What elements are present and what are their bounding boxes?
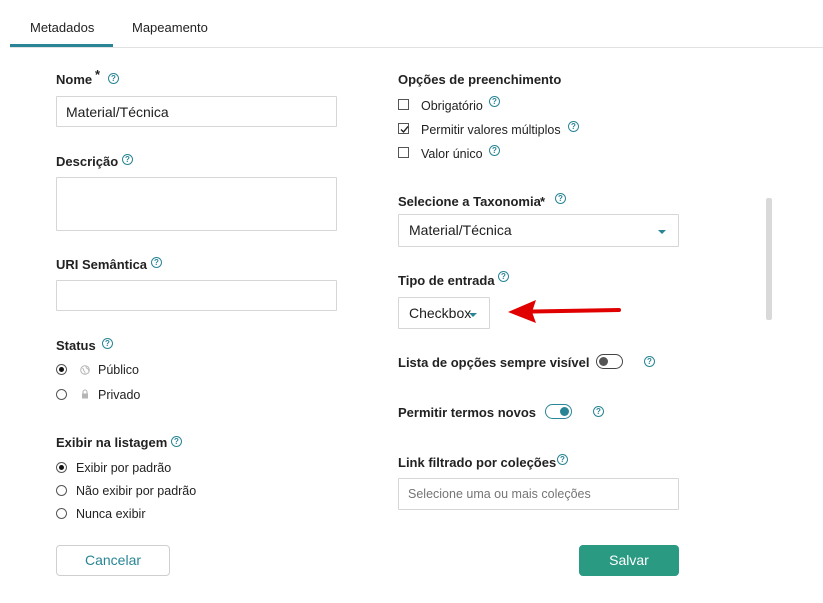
listing-hidden-label: Não exibir por padrão — [76, 484, 197, 498]
help-icon[interactable]: ? — [171, 436, 182, 447]
multiple-values-checkbox[interactable] — [398, 123, 409, 134]
name-input[interactable] — [56, 96, 337, 127]
help-icon[interactable]: ? — [151, 257, 162, 268]
checkmark-icon — [400, 126, 409, 134]
filtered-link-label: Link filtrado por coleções — [398, 455, 557, 470]
cancel-button[interactable]: Cancelar — [56, 545, 170, 576]
caret-down-icon — [469, 313, 477, 317]
always-visible-toggle[interactable] — [596, 354, 623, 369]
help-icon[interactable]: ? — [489, 96, 500, 107]
name-required-mark: * — [95, 67, 101, 82]
collections-input[interactable] — [398, 478, 679, 510]
description-label: Descrição — [56, 154, 119, 169]
status-public-label: Público — [98, 363, 139, 377]
description-textarea[interactable] — [56, 177, 337, 231]
tab-bar: Metadados Mapeamento — [10, 0, 823, 48]
status-public-radio[interactable] — [56, 364, 67, 375]
help-icon[interactable]: ? — [122, 154, 133, 165]
listing-default-radio[interactable] — [56, 462, 67, 473]
status-label: Status — [56, 338, 96, 353]
caret-down-icon — [658, 230, 666, 234]
name-label: Nome — [56, 72, 93, 87]
help-icon[interactable]: ? — [108, 73, 119, 84]
required-label: Obrigatório — [421, 99, 483, 113]
multiple-values-label: Permitir valores múltiplos — [421, 123, 561, 137]
uri-label: URI Semântica — [56, 257, 148, 272]
help-icon[interactable]: ? — [644, 356, 655, 367]
fill-options-label: Opções de preenchimento — [398, 72, 562, 87]
active-tab-indicator — [10, 44, 113, 47]
unique-value-label: Valor único — [421, 147, 483, 161]
save-button[interactable]: Salvar — [579, 545, 679, 576]
taxonomy-label: Selecione a Taxonomia — [398, 194, 541, 209]
listing-label: Exibir na listagem — [56, 435, 168, 450]
help-icon[interactable]: ? — [593, 406, 604, 417]
taxonomy-required-mark: * — [540, 194, 546, 209]
red-arrow-icon — [508, 300, 621, 323]
uri-input[interactable] — [56, 280, 337, 311]
required-checkbox[interactable] — [398, 99, 409, 110]
scrollbar[interactable] — [766, 198, 772, 320]
help-icon[interactable]: ? — [555, 193, 566, 204]
help-icon[interactable]: ? — [568, 121, 579, 132]
listing-hidden-radio[interactable] — [56, 485, 67, 496]
taxonomy-select[interactable]: Material/Técnica — [398, 214, 679, 247]
status-private-label: Privado — [98, 388, 141, 402]
status-private-radio[interactable] — [56, 389, 67, 400]
allow-new-terms-label: Permitir termos novos — [398, 405, 536, 420]
entry-type-select-value: Checkbox — [409, 305, 472, 321]
tab-mapping[interactable]: Mapeamento — [132, 20, 208, 35]
globe-icon — [80, 365, 90, 375]
listing-default-label: Exibir por padrão — [76, 461, 172, 475]
listing-never-radio[interactable] — [56, 508, 67, 519]
listing-never-label: Nunca exibir — [76, 507, 146, 521]
always-visible-label: Lista de opções sempre visível — [398, 355, 590, 370]
entry-type-label: Tipo de entrada — [398, 273, 495, 288]
help-icon[interactable]: ? — [557, 454, 568, 465]
help-icon[interactable]: ? — [102, 338, 113, 349]
lock-icon — [82, 389, 88, 399]
taxonomy-select-value: Material/Técnica — [409, 222, 512, 238]
help-icon[interactable]: ? — [498, 271, 509, 282]
allow-new-terms-toggle[interactable] — [545, 404, 572, 419]
help-icon[interactable]: ? — [489, 145, 500, 156]
unique-value-checkbox[interactable] — [398, 147, 409, 158]
tab-metadata[interactable]: Metadados — [30, 20, 94, 35]
